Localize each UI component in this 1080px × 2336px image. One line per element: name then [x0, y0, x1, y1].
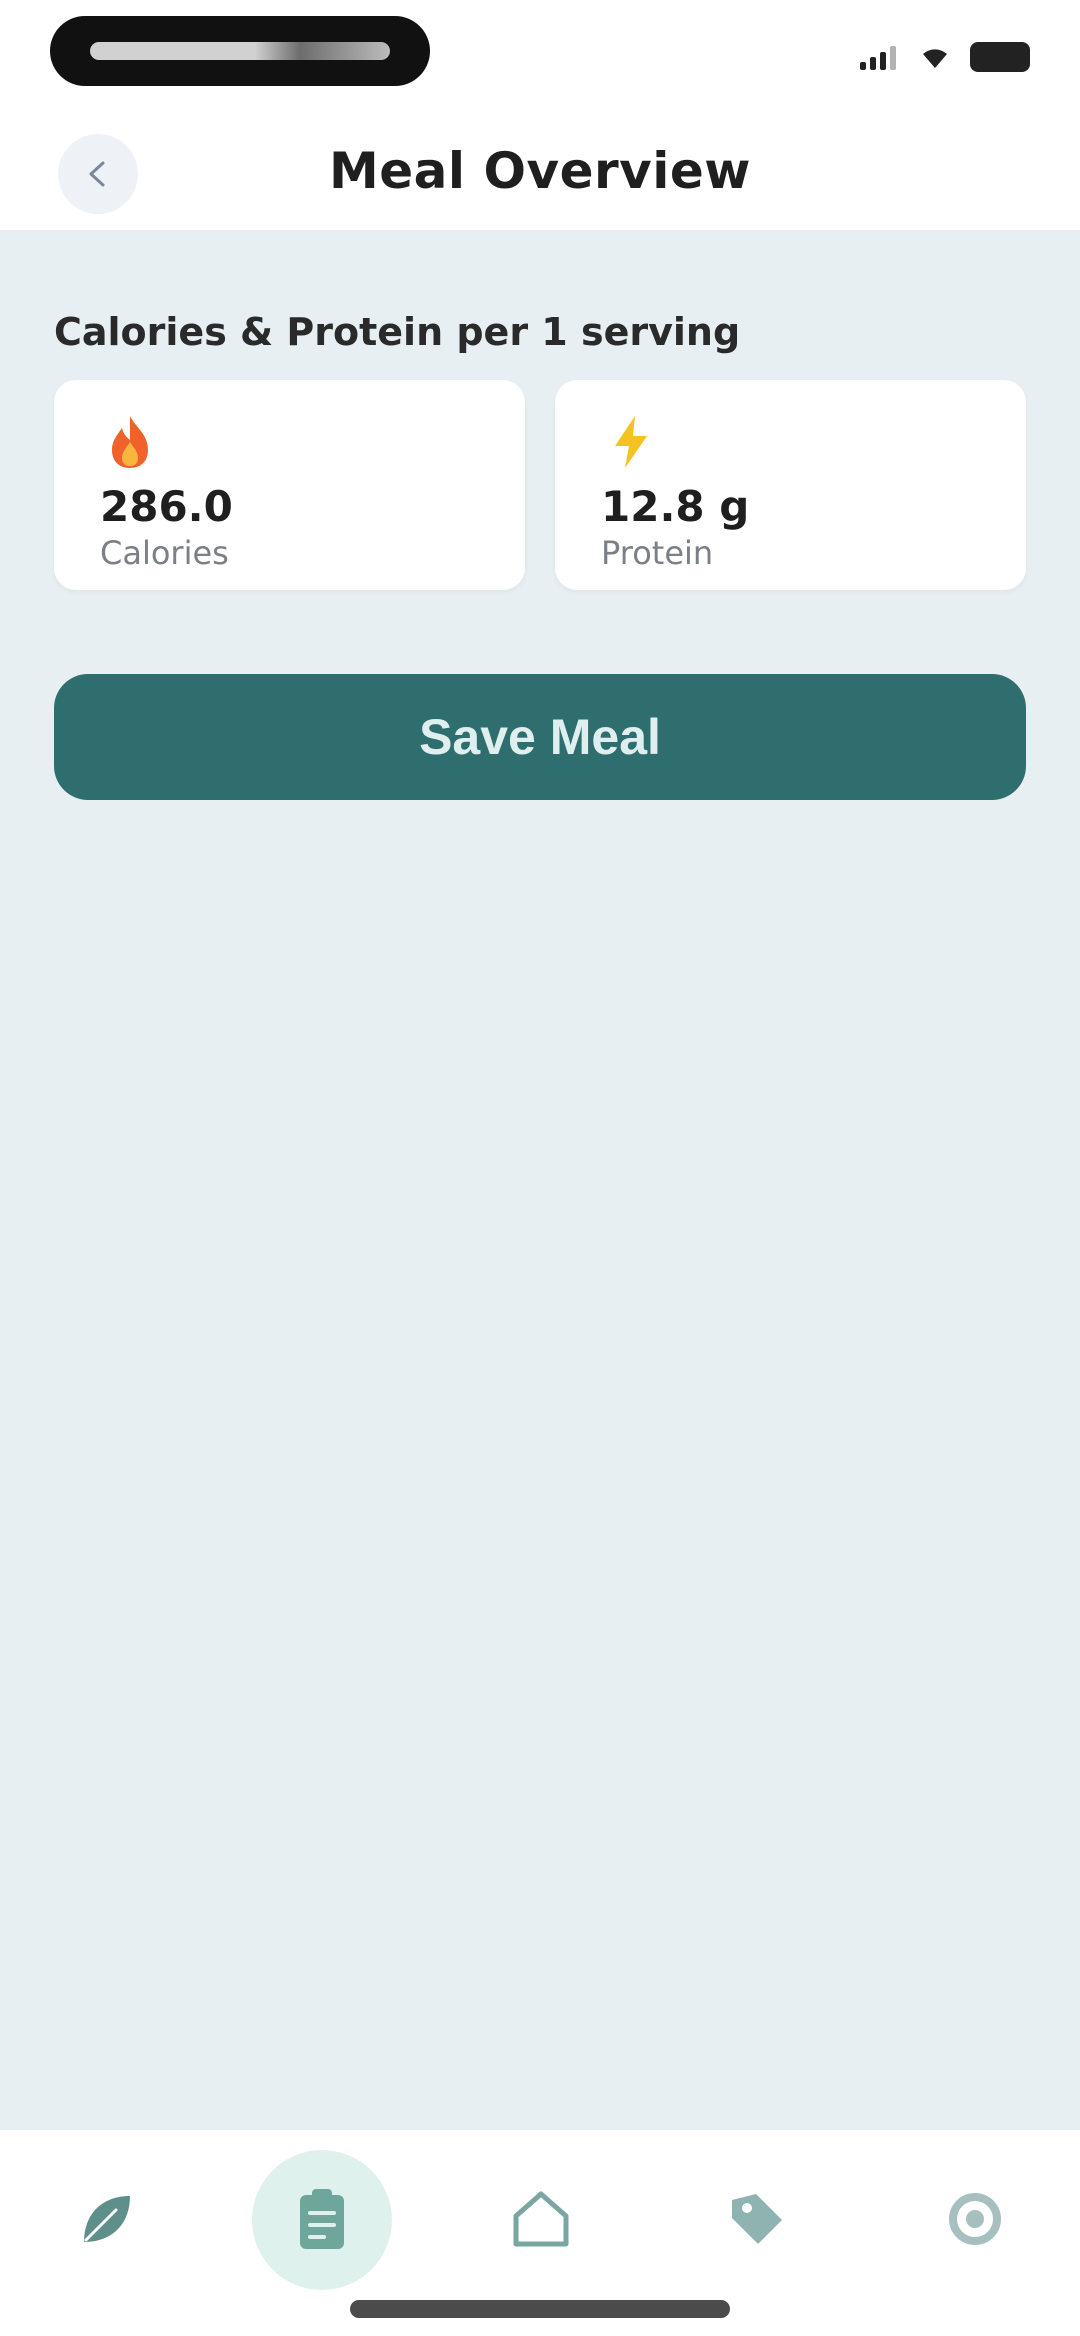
nav-item-tags[interactable]: [712, 2174, 802, 2264]
leaf-icon: [84, 2196, 130, 2242]
clipboard-icon: [300, 2189, 344, 2249]
header: Meal Overview: [0, 120, 1080, 230]
nav-item-settings[interactable]: [930, 2174, 1020, 2264]
tag-icon: [732, 2194, 782, 2244]
page-title: Meal Overview: [329, 142, 751, 200]
protein-value: 12.8 g: [601, 482, 750, 531]
lightning-bolt-icon: [615, 416, 647, 468]
wifi-icon: [923, 49, 947, 68]
gear-icon: [949, 2193, 1001, 2245]
nav-item-home[interactable]: [496, 2174, 586, 2264]
main-content: Calories & Protein per 1 serving 286.0 C…: [0, 230, 1080, 2130]
status-icons: [860, 42, 1030, 72]
calories-value: 286.0: [100, 482, 233, 531]
signal-icon: [860, 44, 900, 70]
status-bar: [0, 0, 1080, 120]
bottom-nav: [0, 2130, 1080, 2336]
status-pill: [50, 16, 430, 86]
protein-label: Protein: [601, 534, 714, 572]
home-indicator: [350, 2300, 730, 2318]
battery-icon: [970, 42, 1030, 72]
nutrition-cards: 286.0 Calories 12.8 g Protein: [54, 380, 1026, 590]
save-meal-button[interactable]: Save Meal: [54, 674, 1026, 800]
nav-item-meals[interactable]: [62, 2174, 152, 2264]
protein-card: 12.8 g Protein: [555, 380, 1026, 590]
nav-item-log[interactable]: [252, 2150, 392, 2290]
section-label: Calories & Protein per 1 serving: [54, 310, 741, 354]
flame-icon: [112, 416, 148, 468]
status-pill-bar: [90, 42, 390, 60]
calories-label: Calories: [100, 534, 229, 572]
calories-card: 286.0 Calories: [54, 380, 525, 590]
home-icon: [513, 2191, 569, 2247]
